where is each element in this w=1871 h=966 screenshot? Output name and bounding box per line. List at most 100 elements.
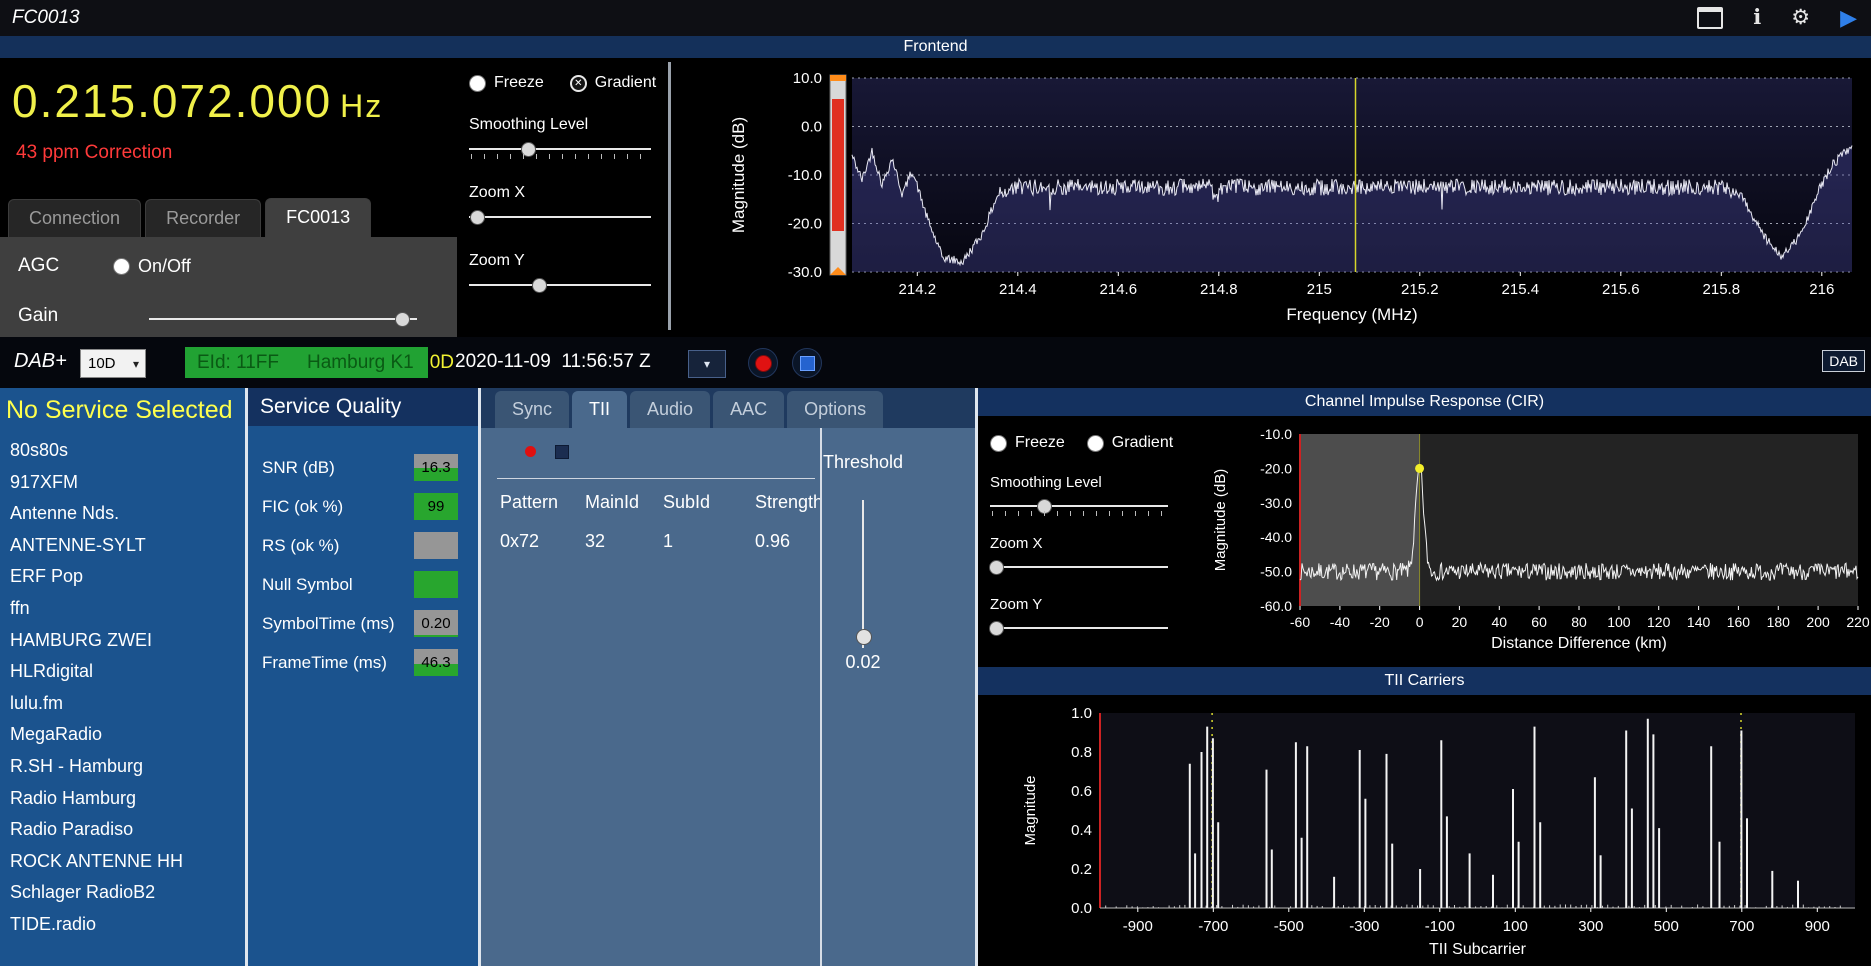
slider-handle[interactable] xyxy=(470,210,486,225)
svg-text:214.6: 214.6 xyxy=(1100,281,1138,298)
service-item[interactable]: MegaRadio xyxy=(0,719,245,751)
gain-slider[interactable] xyxy=(149,310,417,328)
service-item[interactable]: Radio Paradiso xyxy=(0,814,245,846)
level-indicator xyxy=(829,74,847,276)
spectrum-plot: 10.0 0.0 -10.0 -20.0 -30.0 214.2 214.4 214.6 214… xyxy=(729,70,1853,324)
svg-text:0.4: 0.4 xyxy=(1071,822,1092,839)
zoom-x-label: Zoom X xyxy=(990,535,1043,552)
svg-text:120: 120 xyxy=(1647,614,1671,630)
gear-icon[interactable]: ⚙ xyxy=(1791,0,1810,36)
device-dropdown[interactable]: ▾ xyxy=(688,350,726,378)
quality-row: Null Symbol xyxy=(248,565,478,604)
service-item[interactable]: Radio Hamburg xyxy=(0,783,245,815)
service-item[interactable]: 917XFM xyxy=(0,467,245,499)
gradient-radio[interactable]: ✕ Gradient xyxy=(569,74,657,92)
service-item[interactable]: HLRdigital xyxy=(0,656,245,688)
service-item[interactable]: ROCK ANTENNE HH xyxy=(0,846,245,878)
quality-row: FIC (ok %) 99 xyxy=(248,487,478,526)
tii-table-head: Pattern MainId SubId Strength xyxy=(481,492,845,513)
service-item[interactable]: lulu.fm xyxy=(0,688,245,720)
tab-options[interactable]: Options xyxy=(787,391,884,428)
svg-text:215.6: 215.6 xyxy=(1602,281,1640,298)
play-icon[interactable]: ▶ xyxy=(1840,0,1857,36)
zoom-x-slider[interactable] xyxy=(469,208,651,226)
service-item[interactable]: Antenne Nds. xyxy=(0,498,245,530)
service-item[interactable]: 80s80s xyxy=(0,435,245,467)
frontend-tabs: Connection Recorder FC0013 xyxy=(8,198,372,237)
svg-text:215.4: 215.4 xyxy=(1502,281,1540,298)
splitter-handle[interactable] xyxy=(668,62,671,330)
zoom-y-slider[interactable] xyxy=(989,619,1168,637)
quality-value-box: 16.3 xyxy=(414,454,458,481)
svg-text:-60.0: -60.0 xyxy=(1260,598,1292,614)
window-title: FC0013 xyxy=(12,7,80,28)
spectrum-controls: Freeze ✕ Gradient Smoothing Level Zoom X… xyxy=(457,58,668,337)
svg-text:Magnitude (dB): Magnitude (dB) xyxy=(729,117,748,233)
service-item[interactable]: R.SH - Hamburg xyxy=(0,751,245,783)
svg-text:10.0: 10.0 xyxy=(793,70,822,87)
svg-text:-40.0: -40.0 xyxy=(1260,529,1292,545)
gradient-label: Gradient xyxy=(594,74,657,91)
tab-sync[interactable]: Sync xyxy=(495,391,570,428)
freeze-radio[interactable]: Freeze xyxy=(990,434,1065,452)
freeze-radio[interactable]: Freeze xyxy=(469,74,544,92)
quality-label: SymbolTime (ms) xyxy=(262,613,395,633)
frequency-value: 0.215.072.000 xyxy=(12,75,333,127)
info-icon[interactable]: ℹ xyxy=(1753,0,1761,36)
frontend-header: Frontend xyxy=(0,36,1871,58)
slider-handle[interactable] xyxy=(394,312,410,327)
tab-tii[interactable]: TII xyxy=(572,391,628,428)
gradient-radio[interactable]: Gradient xyxy=(1086,434,1173,452)
ppm-correction: 43 ppm Correction xyxy=(16,142,173,163)
svg-text:-30.0: -30.0 xyxy=(1260,495,1292,511)
output-mode-badge: DAB xyxy=(1822,350,1865,372)
smoothing-slider[interactable] xyxy=(469,140,651,159)
channel-select[interactable]: 10D ▾ xyxy=(80,349,146,378)
smoothing-label: Smoothing Level xyxy=(469,116,589,133)
service-item[interactable]: ffn xyxy=(0,593,245,625)
slider-handle[interactable] xyxy=(532,278,548,293)
service-item[interactable]: HAMBURG ZWEI xyxy=(0,625,245,657)
slider-handle[interactable] xyxy=(1037,499,1053,514)
slider-handle[interactable] xyxy=(856,628,872,645)
tab-fc0013[interactable]: FC0013 xyxy=(265,198,372,237)
slider-handle[interactable] xyxy=(989,560,1005,575)
smoothing-slider[interactable] xyxy=(990,497,1168,516)
threshold-label: Threshold xyxy=(822,452,904,472)
divider xyxy=(497,478,815,479)
table-header-cell: MainId xyxy=(585,492,640,512)
quality-label: FrameTime (ms) xyxy=(262,652,387,672)
zoom-x-slider[interactable] xyxy=(989,558,1168,576)
svg-text:300: 300 xyxy=(1578,918,1603,935)
window-icon[interactable] xyxy=(1697,7,1724,29)
tii-plot: 0.0 0.2 0.4 0.6 0.8 1.0 -900 -700 -500 -300 -100 10… xyxy=(1022,705,1855,958)
zoom-y-slider[interactable] xyxy=(469,276,651,294)
service-item[interactable]: TIDE.radio xyxy=(0,909,245,941)
svg-text:215.2: 215.2 xyxy=(1401,281,1439,298)
cir-controls: Freeze Gradient Smoothing Level Zoom X Z… xyxy=(978,416,1205,667)
slider-handle[interactable] xyxy=(521,142,537,157)
threshold-slider[interactable] xyxy=(855,500,872,648)
tab-recorder[interactable]: Recorder xyxy=(145,199,262,237)
ensemble-name: Hamburg K1 xyxy=(307,351,414,373)
slider-handle[interactable] xyxy=(989,621,1005,636)
freeze-label: Freeze xyxy=(494,74,544,91)
svg-text:-10.0: -10.0 xyxy=(788,167,822,184)
channel-value: 10D xyxy=(88,355,116,372)
zoom-x-label: Zoom X xyxy=(469,184,526,201)
stop-button[interactable] xyxy=(792,348,822,378)
radio-icon xyxy=(1086,434,1104,452)
tab-connection[interactable]: Connection xyxy=(8,199,142,237)
svg-text:0.6: 0.6 xyxy=(1071,783,1092,800)
service-item[interactable]: Schlager RadioB2 xyxy=(0,877,245,909)
svg-text:TII Subcarrier: TII Subcarrier xyxy=(1429,941,1527,958)
tab-audio[interactable]: Audio xyxy=(630,391,711,428)
record-button[interactable] xyxy=(748,348,778,378)
svg-text:100: 100 xyxy=(1503,918,1528,935)
tab-aac[interactable]: AAC xyxy=(713,391,785,428)
dab-mode-label: DAB+ xyxy=(14,350,67,372)
agc-toggle[interactable]: On/Off xyxy=(113,256,191,277)
service-item[interactable]: ERF Pop xyxy=(0,561,245,593)
service-item[interactable]: ANTENNE-SYLT xyxy=(0,530,245,562)
svg-text:0.2: 0.2 xyxy=(1071,861,1092,878)
